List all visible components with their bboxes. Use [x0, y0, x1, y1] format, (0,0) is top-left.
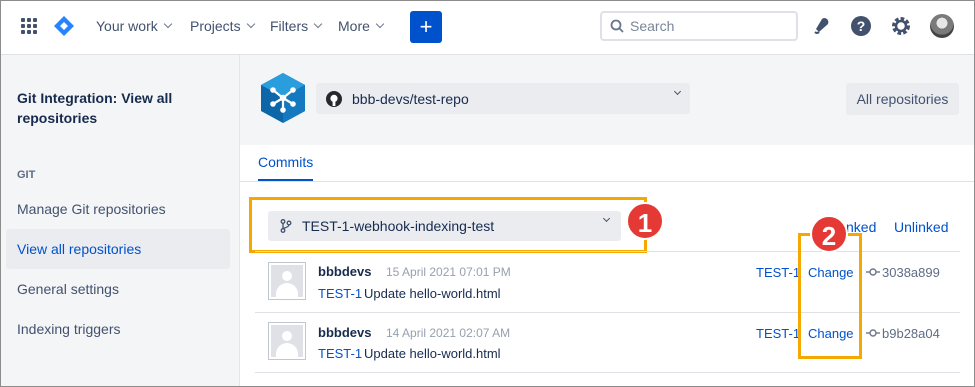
sidebar-item-view-all-repositories[interactable]: View all repositories: [6, 229, 230, 269]
list-divider: [255, 372, 960, 373]
notifications-icon[interactable]: [810, 14, 834, 38]
chevron-down-icon: [375, 19, 385, 29]
commit-issue-link[interactable]: TEST-1: [318, 346, 362, 361]
sidebar-title: Git Integration: View all repositories: [17, 90, 173, 126]
nav-your-work[interactable]: Your work: [96, 18, 172, 34]
nav-more-label: More: [338, 18, 370, 34]
commit-date: 15 April 2021 07:01 PM: [386, 265, 511, 279]
chevron-down-icon: [313, 19, 323, 29]
chevron-down-icon: [246, 19, 255, 29]
annotation-badge-2: 2: [810, 215, 848, 253]
branch-icon: [280, 219, 292, 233]
nav-filters[interactable]: Filters: [270, 18, 323, 34]
filter-unlinked-link[interactable]: Unlinked: [894, 219, 948, 235]
commit-issue-key-link[interactable]: TEST-1: [756, 326, 800, 341]
commit-author: bbbdevs: [318, 264, 372, 279]
help-icon[interactable]: ?: [849, 14, 873, 38]
nav-your-work-label: Your work: [96, 18, 158, 34]
sidebar-item-indexing-triggers[interactable]: Indexing triggers: [6, 309, 230, 349]
sidebar-section-heading: GIT: [17, 169, 36, 181]
commit-message: Update hello-world.html: [364, 346, 501, 361]
repository-header: bbb-devs/test-repo All repositories: [240, 55, 974, 145]
svg-text:?: ?: [857, 18, 866, 34]
sidebar-item-manage-repositories[interactable]: Manage Git repositories: [6, 189, 230, 229]
commit-message: Update hello-world.html: [364, 286, 501, 301]
user-avatar[interactable]: [930, 14, 954, 38]
tab-divider: [240, 181, 974, 182]
sidebar: Git Integration: View all repositories G…: [1, 55, 240, 386]
commit-issue-key-link[interactable]: TEST-1: [756, 265, 800, 280]
annotation-badge-1: 1: [626, 202, 664, 240]
app-switcher-icon[interactable]: [21, 18, 37, 34]
tab-commits[interactable]: Commits: [258, 154, 313, 170]
nav-more[interactable]: More: [338, 18, 385, 34]
commit-author-avatar: [268, 322, 306, 360]
commit-icon: [866, 329, 880, 337]
commit-author-avatar: [268, 262, 306, 300]
repository-select-value: bbb-devs/test-repo: [352, 90, 469, 107]
branch-select[interactable]: TEST-1-webhook-indexing-test: [268, 211, 621, 241]
all-repositories-button[interactable]: All repositories: [846, 83, 959, 115]
nav-filters-label: Filters: [270, 18, 309, 34]
search-input[interactable]: [630, 18, 780, 34]
github-icon: [326, 90, 342, 107]
search-box[interactable]: [600, 11, 798, 41]
commit-date: 14 April 2021 02:07 AM: [386, 326, 511, 340]
top-navigation: Your work Projects Filters More + ?: [0, 0, 975, 55]
search-icon: [610, 19, 624, 33]
jira-logo-icon[interactable]: [54, 16, 74, 36]
nav-projects[interactable]: Projects: [190, 18, 255, 34]
repository-select[interactable]: bbb-devs/test-repo: [316, 83, 690, 114]
commit-hash-link[interactable]: 3038a899: [882, 265, 940, 280]
commit-author: bbbdevs: [318, 325, 372, 340]
create-button[interactable]: +: [410, 11, 442, 43]
commit-issue-link[interactable]: TEST-1: [318, 286, 362, 301]
nav-projects-label: Projects: [190, 18, 241, 34]
settings-gear-icon[interactable]: [889, 14, 913, 38]
sidebar-item-general-settings[interactable]: General settings: [6, 269, 230, 309]
commit-hash-link[interactable]: b9b28a04: [882, 326, 940, 341]
commit-icon: [866, 268, 880, 276]
chevron-down-icon: [163, 19, 172, 29]
chevron-down-icon: [673, 87, 682, 96]
branch-select-value: TEST-1-webhook-indexing-test: [302, 218, 495, 234]
chevron-down-icon: [602, 214, 611, 223]
git-integration-logo-icon: [261, 73, 305, 123]
